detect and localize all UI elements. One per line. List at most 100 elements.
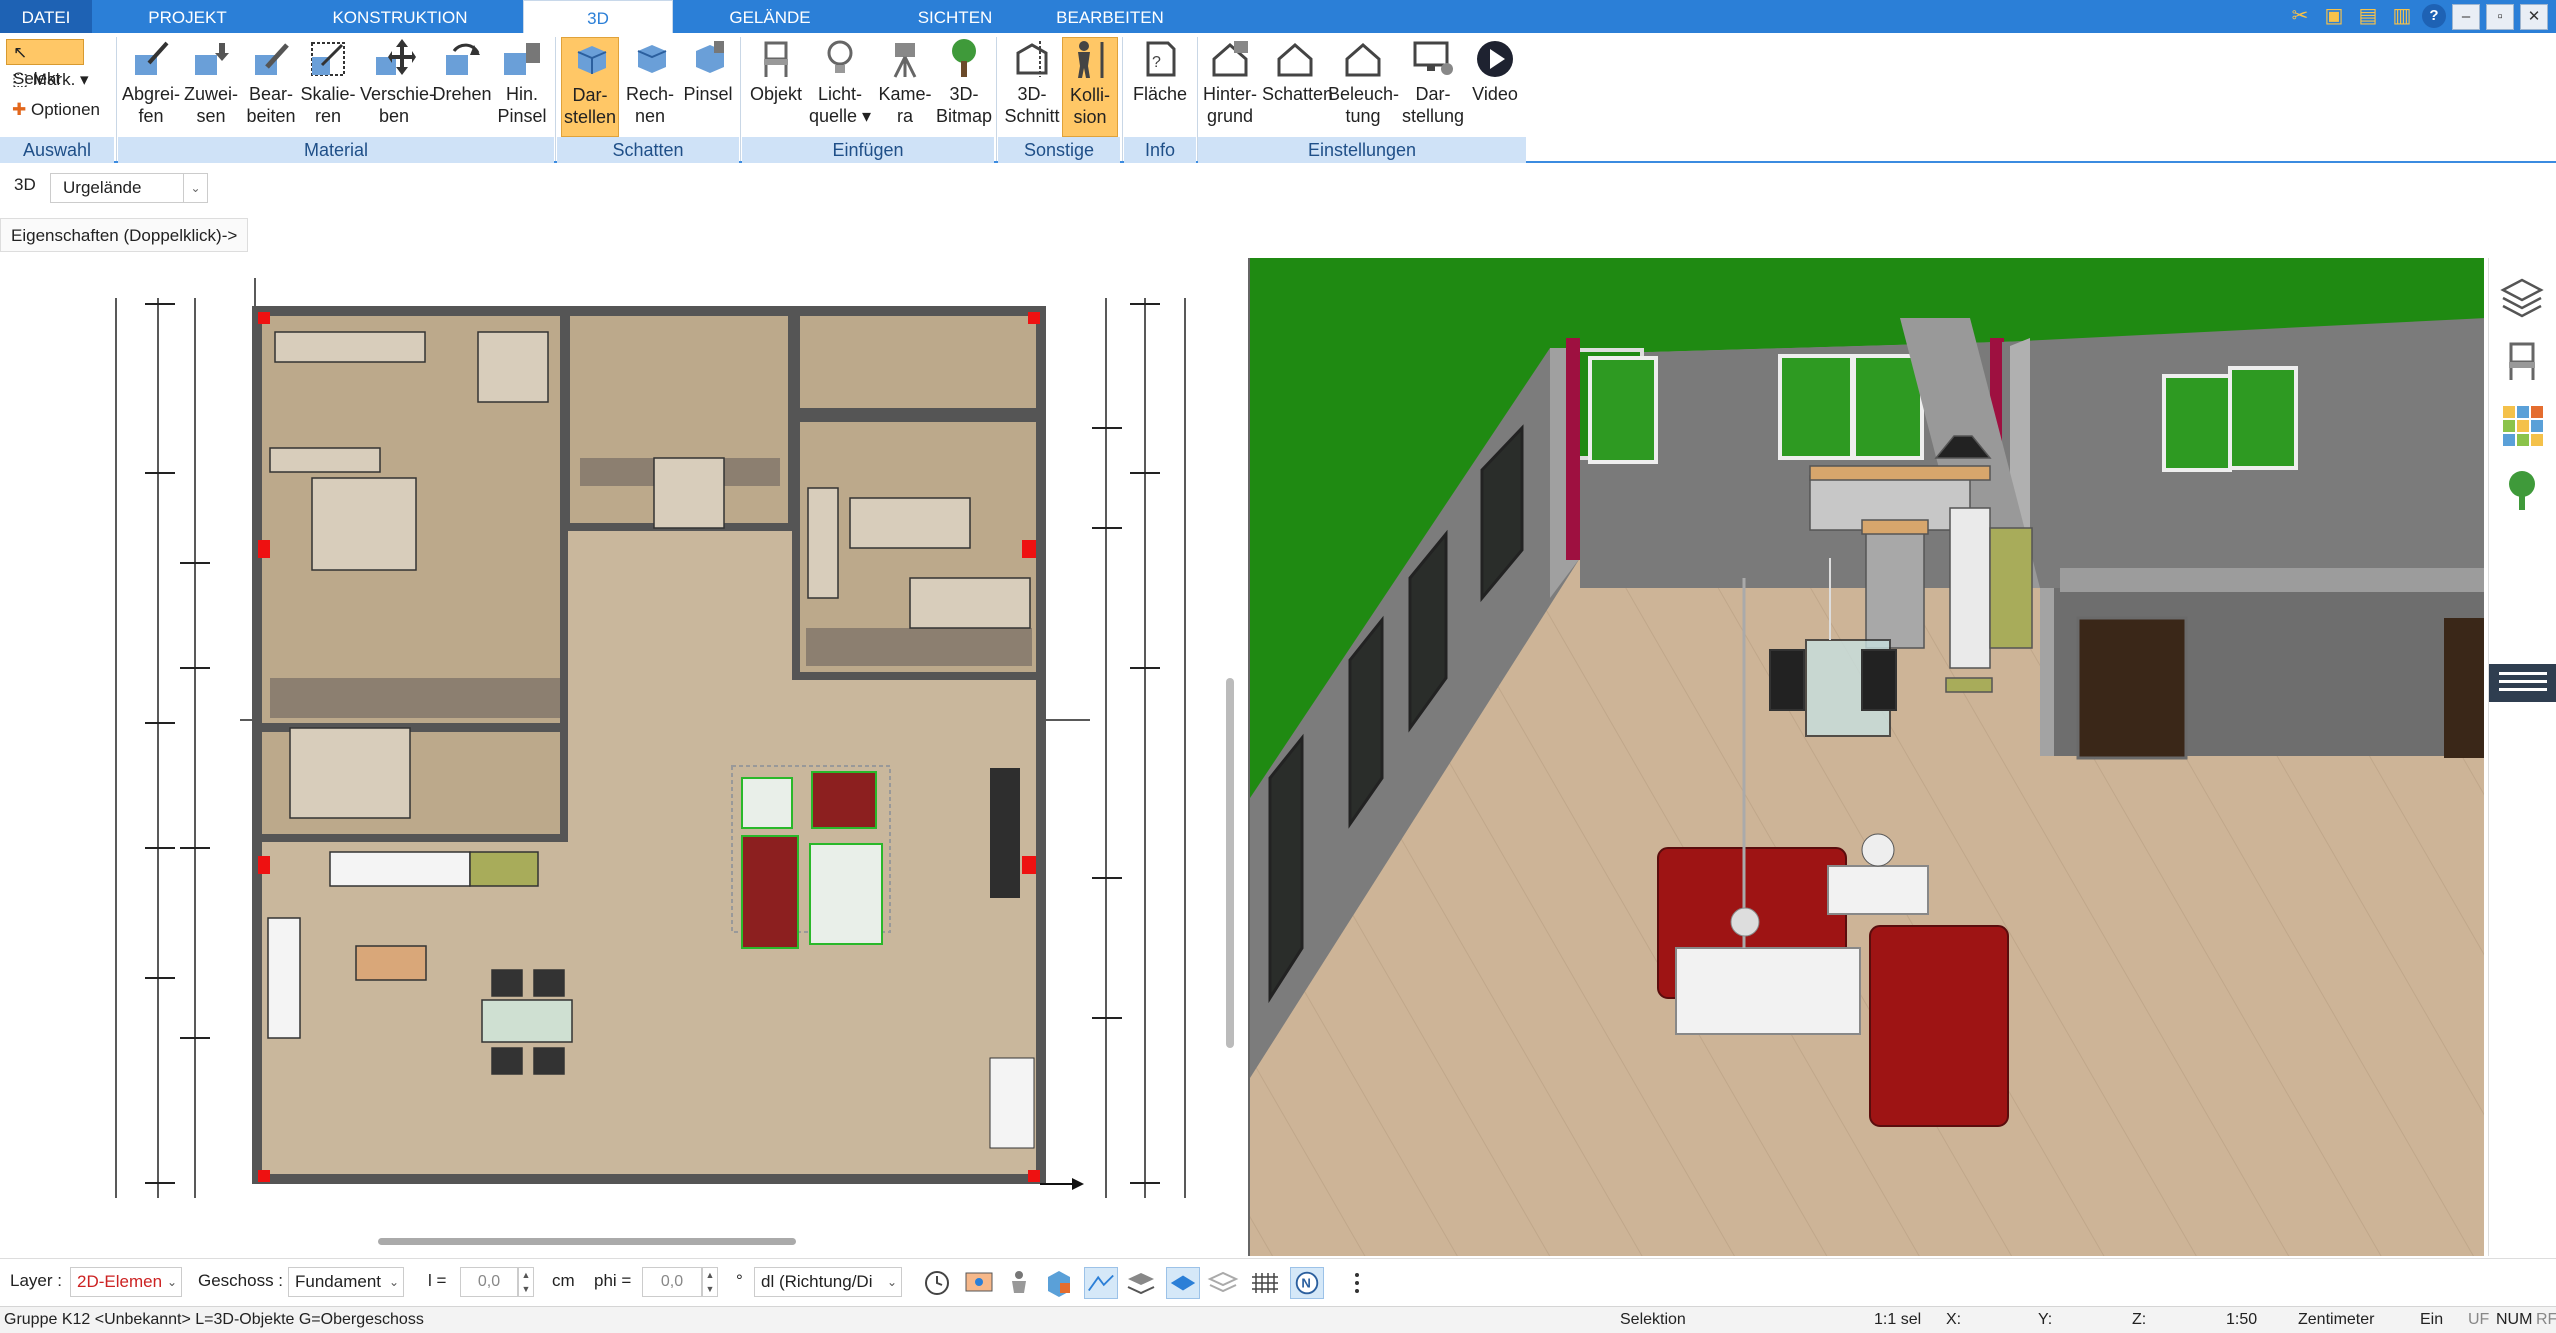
beleuchtung-button[interactable]: Beleuch-tung [1328, 37, 1399, 137]
folder-icon[interactable]: ▤ [2354, 4, 2382, 30]
group-einfuegen: Einfügen [742, 137, 994, 163]
cube-color-icon[interactable] [1042, 1267, 1076, 1299]
chevron-down-icon: ⌄ [886, 1275, 897, 1289]
right-icon-panel [2488, 258, 2556, 1256]
selekt-button[interactable]: ↖ Selekt [6, 39, 84, 88]
phi-input[interactable] [642, 1267, 702, 1297]
layer-dropdown[interactable]: 2D-Elemen ⌄ [70, 1267, 182, 1297]
abgreifen-button[interactable]: Abgrei-fen [122, 37, 180, 137]
tab-datei[interactable]: DATEI [0, 0, 92, 33]
mark-button[interactable]: ⬚ Mark. ▾ [6, 67, 95, 93]
terrain-icon[interactable] [1084, 1267, 1118, 1299]
tab-projekt[interactable]: PROJEKT [110, 0, 265, 33]
status-unit: Zentimeter [2298, 1311, 2375, 1328]
layer-label: Layer : [10, 1271, 62, 1290]
length-stepper[interactable]: ▲ ▼ [518, 1267, 534, 1297]
flaeche-button[interactable]: ? Fläche [1126, 37, 1194, 137]
terrain-dropdown[interactable]: Urgelände ⌄ [50, 173, 208, 203]
lightbulb-icon [827, 40, 853, 73]
clock-icon[interactable] [920, 1267, 954, 1299]
status-z: Z: [2132, 1311, 2147, 1328]
plane-icon[interactable] [1166, 1267, 1200, 1299]
person-collision-icon [1078, 41, 1104, 78]
rotate-icon [446, 43, 480, 75]
bottom-toolbar: Layer : 2D-Elemen ⌄ Geschoss : Fundament ⌄… [0, 1258, 2556, 1306]
kamera-button[interactable]: Kame-ra [874, 37, 936, 137]
restore-button[interactable]: ▫ [2486, 4, 2514, 30]
assign-icon [195, 43, 229, 75]
house-light-icon [1345, 43, 1381, 77]
schatten-pinsel-button[interactable]: Pinsel [679, 37, 737, 137]
pipette-icon [135, 41, 169, 75]
help-icon[interactable]: ? [2422, 4, 2446, 28]
verschieben-button[interactable]: Verschie-ben [360, 37, 435, 137]
walk-icon[interactable] [1002, 1267, 1036, 1299]
direction-dropdown[interactable]: dl (Richtung/Di ⌄ [754, 1267, 902, 1297]
tab-sichten[interactable]: SICHTEN [880, 0, 1030, 33]
lock-icon[interactable]: ▥ [2388, 4, 2416, 30]
north-icon[interactable]: N [1290, 1267, 1324, 1299]
skalieren-button[interactable]: Skalie-ren [298, 37, 358, 137]
chevron-down-icon: ⌄ [183, 174, 207, 202]
camera-icon [893, 43, 917, 78]
drehen-button[interactable]: Drehen [428, 37, 496, 137]
group-schatten: Schatten [557, 137, 739, 163]
bearbeiten-button[interactable]: Bear-beiten [240, 37, 302, 137]
tab-bearbeiten[interactable]: BEARBEITEN [1040, 0, 1180, 33]
cube-calc-icon [637, 45, 667, 73]
optionen-button[interactable]: ✚ Optionen [6, 97, 106, 123]
rechnen-button[interactable]: Rech-nen [621, 37, 679, 137]
tab-gelaende[interactable]: GELÄNDE [690, 0, 850, 33]
group-auswahl: Auswahl [0, 137, 114, 163]
bitmap-button[interactable]: 3D- Bitmap [936, 37, 992, 137]
brush-icon [504, 43, 540, 75]
house-shadow-icon [1277, 43, 1313, 77]
zuweisen-button[interactable]: Zuwei-sen [182, 37, 240, 137]
plan-vertical-scrollbar[interactable] [1226, 258, 1234, 1230]
kollision-button[interactable]: Kolli-sion [1062, 37, 1118, 137]
l-unit: cm [552, 1271, 575, 1290]
plus-icon: ✚ [12, 100, 27, 119]
chair-icon[interactable] [2499, 338, 2545, 384]
phi-stepper[interactable]: ▲ ▼ [702, 1267, 718, 1297]
darstellen-button[interactable]: Dar-stellen [561, 37, 619, 137]
more-options-icon[interactable] [1340, 1267, 1374, 1299]
tree-icon[interactable] [2499, 468, 2545, 514]
svg-text:N: N [1301, 1276, 1310, 1291]
3d-view[interactable] [1248, 258, 2484, 1256]
hintergrund-button[interactable]: Hinter-grund [1198, 37, 1262, 137]
grid-icon[interactable] [1248, 1267, 1282, 1299]
length-input[interactable] [460, 1267, 518, 1297]
status-bar: Gruppe K12 <Unbekannt> L=3D-Objekte G=Ob… [0, 1306, 2556, 1333]
section-icon [1016, 41, 1048, 77]
house-background-icon [1212, 41, 1248, 77]
plan-horizontal-scrollbar[interactable] [0, 1236, 1218, 1246]
tab-konstruktion[interactable]: KONSTRUKTION [300, 0, 500, 33]
mark-icon: ⬚ [12, 70, 29, 89]
geschoss-dropdown[interactable]: Fundament ⌄ [288, 1267, 404, 1297]
close-button[interactable]: ✕ [2520, 4, 2548, 30]
group-info: Info [1124, 137, 1196, 163]
tab-3d[interactable]: 3D [523, 0, 673, 34]
3d-schnitt-button[interactable]: 3D- Schnitt [1000, 37, 1064, 137]
floor-plan-2d[interactable] [0, 258, 1218, 1230]
tools-icon[interactable]: ✂ [2286, 4, 2314, 30]
cube-shadow-icon [577, 46, 607, 74]
stack-icon[interactable] [1206, 1267, 1240, 1299]
panel-grip[interactable] [2489, 664, 2556, 702]
screen-icon[interactable] [962, 1267, 996, 1299]
darstellung-button[interactable]: Dar-stellung [1400, 37, 1466, 137]
cursor-icon: ↖ [13, 43, 28, 62]
hin-pinsel-button[interactable]: Hin. Pinsel [494, 37, 550, 137]
layers-blend-icon[interactable] [1124, 1267, 1158, 1299]
objekt-button[interactable]: Objekt [744, 37, 808, 137]
lichtquelle-button[interactable]: Licht-quelle ▾ [808, 37, 872, 137]
status-uf: UF [2468, 1311, 2490, 1328]
layers-icon[interactable] [2499, 276, 2545, 322]
minimize-button[interactable]: – [2452, 4, 2480, 30]
box-icon[interactable]: ▣ [2320, 4, 2348, 30]
properties-hint[interactable]: Eigenschaften (Doppelklick)-> [0, 218, 249, 252]
schatten-einstellung-button[interactable]: Schatten [1262, 37, 1333, 137]
video-button[interactable]: Video [1466, 37, 1524, 137]
palette-icon[interactable] [2499, 402, 2545, 448]
